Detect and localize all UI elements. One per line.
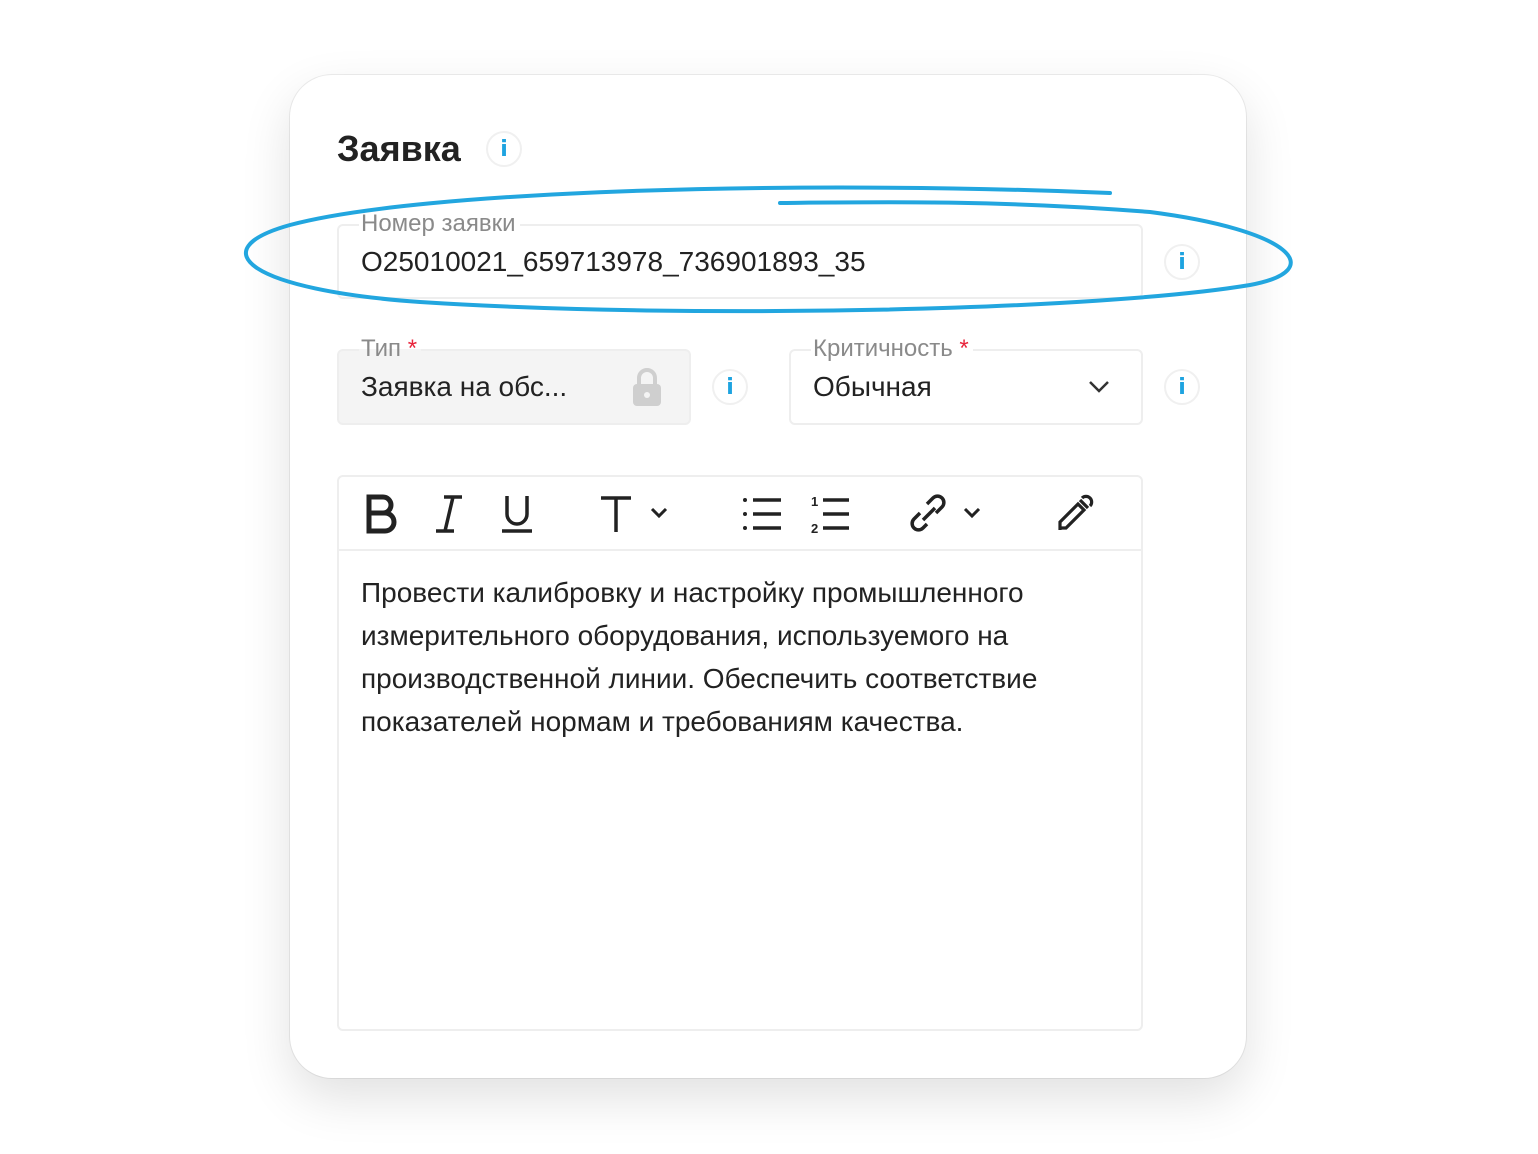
highlight-annotation <box>244 185 1293 314</box>
